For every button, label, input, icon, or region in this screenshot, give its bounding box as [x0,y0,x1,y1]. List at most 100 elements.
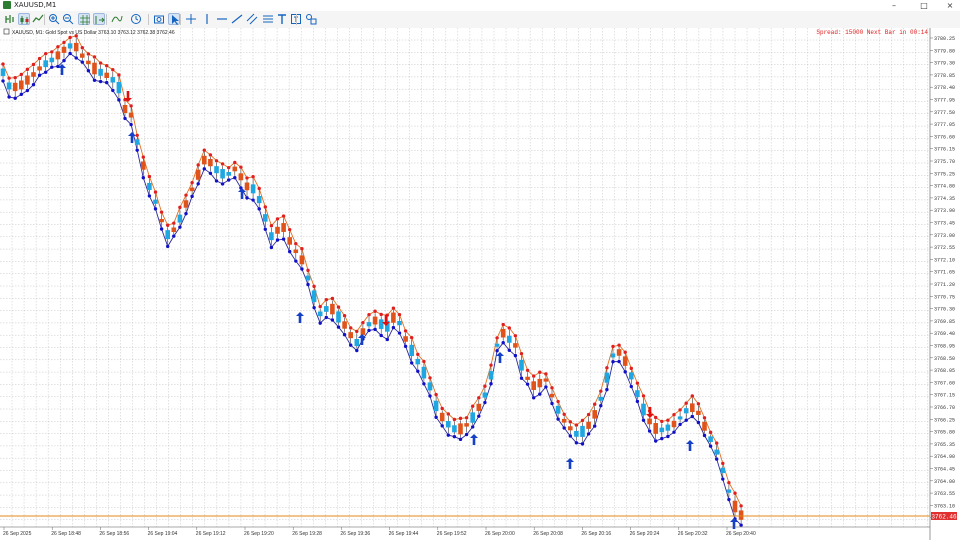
lower-dot [220,182,225,186]
upper-dot [513,334,518,338]
line-chart-icon [32,14,44,23]
upper-dot [86,52,91,56]
cursor-button[interactable] [168,13,180,25]
lower-dot [196,182,200,186]
lower-dot [336,325,341,329]
screenshot-button[interactable] [153,13,165,25]
vertical-line-button[interactable] [201,13,213,25]
upper-dot [464,416,469,420]
chart-type-icon [5,15,14,23]
upper-dot [550,386,554,390]
crosshair-button[interactable] [185,13,197,25]
bear-candle [86,60,91,65]
bear-candle [458,423,463,435]
lower-dot [330,318,335,322]
bear-candle [73,42,79,52]
lower-dot [184,211,188,216]
lower-dot [129,122,133,127]
upper-dot [501,322,505,327]
autoscroll-button[interactable] [93,13,105,25]
upper-dot [196,163,200,167]
lower-dot [166,244,170,249]
bull-candle [269,232,274,241]
bear-candle [690,403,695,413]
time-tick-label: 26 Sep 20:16 [581,531,611,537]
lower-dot [275,238,280,242]
lower-dot [111,88,115,93]
lower-dot [19,92,23,97]
lower-dot [147,194,152,198]
upper-dot [483,384,487,388]
maximize-button[interactable]: □ [915,0,933,11]
trend-line-button[interactable] [231,13,243,25]
title-bar: XAUUSD,M1 – □ × [0,0,960,11]
periods-button[interactable] [130,13,142,25]
price-tick-label: 3778.85 [934,73,955,79]
price-chart[interactable]: 3780.25 3779.80 3779.30 3778.85 3778.40 3777.… [0,28,960,540]
lower-dot [31,82,36,87]
upper-dot [355,329,359,334]
bull-candle [659,427,665,433]
upper-dot [135,133,139,137]
upper-dot [635,381,640,385]
text-button[interactable] [276,13,288,25]
bear-candle [531,381,536,390]
bear-candle [696,410,701,415]
crosshair-icon [186,14,196,24]
bull-candle [256,196,262,204]
lower-dot [74,56,78,60]
time-tick-label: 26 Sep 20:00 [485,531,515,537]
upper-dot [367,313,371,317]
bear-candle [19,80,24,90]
upper-dot [62,40,66,45]
candlesticks-icon [20,16,29,24]
lower-dot [7,95,11,99]
upper-dot [525,368,530,372]
bear-candle [92,62,97,75]
zoom-in-button[interactable] [48,13,60,25]
lower-dot [727,497,731,502]
equidistant-channel-button[interactable] [246,13,258,25]
close-button[interactable]: × [941,0,959,11]
indicators-button[interactable] [111,13,123,25]
bull-candle [0,68,6,76]
upper-dot [105,63,109,68]
upper-dot [19,72,23,77]
upper-dot [562,412,566,417]
chart-window[interactable]: 3780.25 3779.80 3779.30 3778.85 3778.40 3777.… [0,28,960,540]
upper-dot [129,104,133,108]
minimize-button[interactable]: – [885,0,903,11]
bear-candle [141,161,146,170]
lower-dot [654,439,658,443]
bull-candle [677,416,683,420]
upper-dot [300,246,304,251]
horizontal-line-button[interactable] [216,13,228,25]
grid-button[interactable] [78,13,90,25]
bear-candle [568,426,573,431]
price-tick-label: 3767.60 [934,380,955,386]
time-tick-label: 26 Sep 2025 [3,531,32,537]
bull-candle [409,344,414,357]
price-tick-label: 3769.40 [934,331,955,337]
upper-dot [37,56,42,61]
zoom-out-button[interactable] [62,13,74,25]
upper-dot [660,419,664,424]
shapes-button[interactable] [305,13,317,25]
candlesticks-button[interactable] [18,13,30,25]
upper-dot [690,394,694,398]
chart-type-button[interactable] [4,13,16,25]
line-chart-button[interactable] [32,13,44,25]
time-tick-label: 26 Sep 19:28 [292,531,322,537]
lower-dot [251,198,255,202]
lower-dot [452,434,457,439]
fibonacci-button[interactable] [262,13,274,25]
lower-dot [519,376,524,380]
upper-dot [184,193,188,197]
lower-dot [410,361,414,365]
bear-candle [244,182,250,191]
bull-candle [446,421,451,428]
lower-dot [568,434,572,438]
lower-dot [263,227,267,231]
price-tick-label: 3768.05 [934,368,955,374]
price-tick-label: 3776.15 [934,147,955,153]
